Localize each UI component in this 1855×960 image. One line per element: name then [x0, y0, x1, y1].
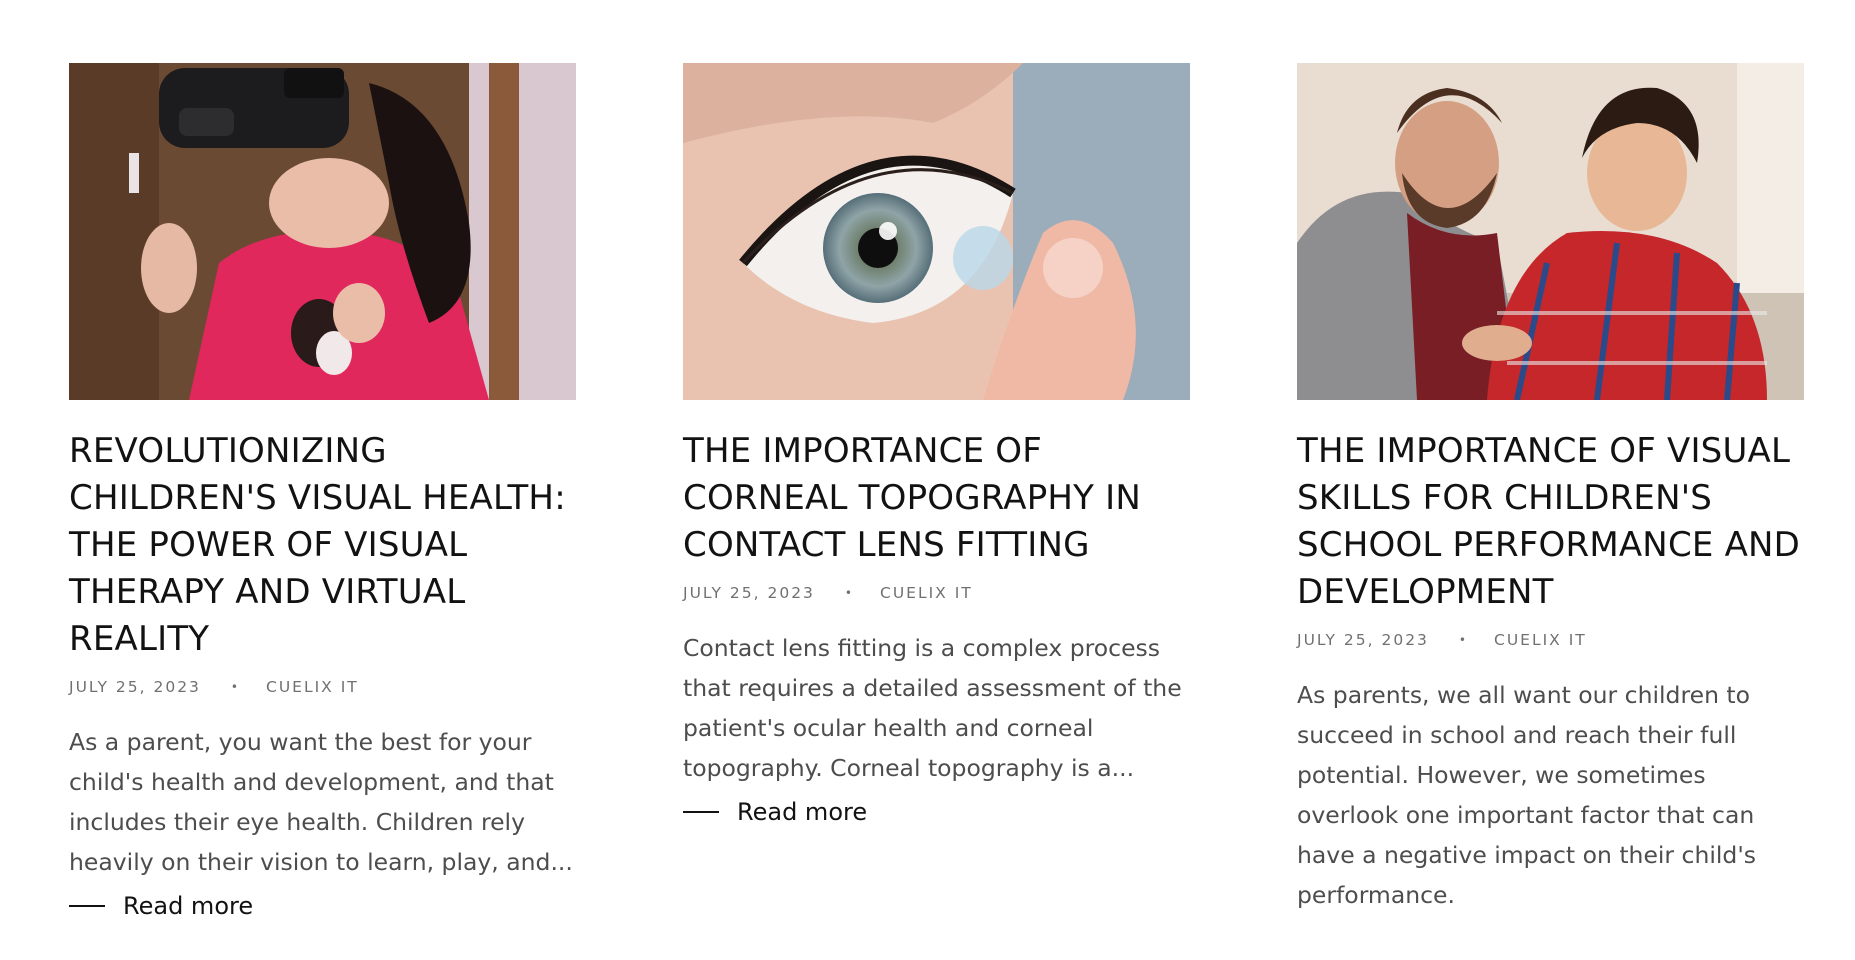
eye-contact-lens-photo — [683, 63, 1190, 400]
meta-separator: • — [844, 586, 854, 600]
post-thumbnail[interactable] — [69, 63, 576, 400]
post-thumbnail[interactable] — [683, 63, 1190, 400]
post-meta: JULY 25, 2023 • CUELIX IT — [69, 678, 576, 696]
post-date: JULY 25, 2023 — [69, 678, 201, 696]
post-title[interactable]: THE IMPORTANCE OF VISUAL SKILLS FOR CHIL… — [1297, 428, 1804, 616]
blog-card: THE IMPORTANCE OF CORNEAL TOPOGRAPHY IN … — [683, 63, 1190, 920]
post-author: CUELIX IT — [1494, 631, 1587, 649]
post-author: CUELIX IT — [880, 584, 973, 602]
post-thumbnail[interactable] — [1297, 63, 1804, 400]
blog-card: THE IMPORTANCE OF VISUAL SKILLS FOR CHIL… — [1297, 63, 1804, 920]
post-excerpt: As parents, we all want our children to … — [1297, 681, 1757, 909]
read-more-link[interactable]: Read more — [683, 798, 867, 826]
meta-separator: • — [1458, 633, 1468, 647]
post-author: CUELIX IT — [266, 678, 359, 696]
blog-post-grid: REVOLUTIONIZING CHILDREN'S VISUAL HEALTH… — [69, 63, 1805, 920]
dash-line-icon — [683, 811, 719, 813]
father-son-homework-photo — [1297, 63, 1804, 400]
read-more-link[interactable]: Read more — [69, 892, 253, 920]
blog-card: REVOLUTIONIZING CHILDREN'S VISUAL HEALTH… — [69, 63, 576, 920]
read-more-label: Read more — [737, 798, 868, 826]
post-meta: JULY 25, 2023 • CUELIX IT — [683, 584, 1190, 602]
post-meta: JULY 25, 2023 • CUELIX IT — [1297, 631, 1804, 649]
post-excerpt: As a parent, you want the best for your … — [69, 728, 573, 876]
post-title[interactable]: REVOLUTIONIZING CHILDREN'S VISUAL HEALTH… — [69, 428, 576, 663]
girl-vr-headset-photo — [69, 63, 576, 400]
post-date: JULY 25, 2023 — [1297, 631, 1429, 649]
post-title[interactable]: THE IMPORTANCE OF CORNEAL TOPOGRAPHY IN … — [683, 428, 1190, 569]
meta-separator: • — [230, 680, 240, 694]
read-more-label: Read more — [123, 892, 254, 920]
dash-line-icon — [69, 905, 105, 907]
post-date: JULY 25, 2023 — [683, 584, 815, 602]
post-excerpt: Contact lens fitting is a complex proces… — [683, 634, 1182, 782]
